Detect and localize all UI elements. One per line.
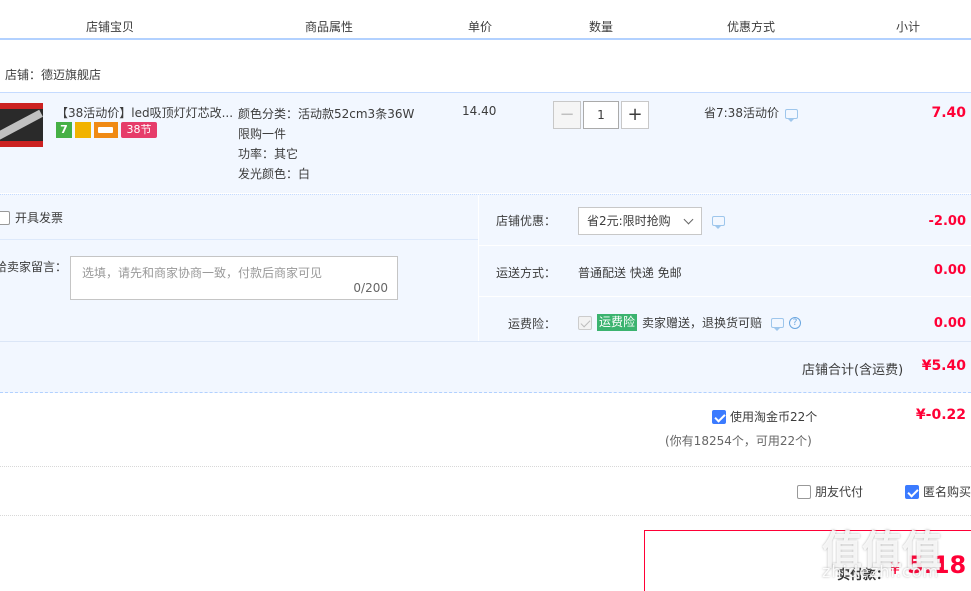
order-options: 开具发票 给卖家留言： 选填，请先和商家协商一致，付款后商家可见 0/200 店… — [0, 194, 971, 342]
shipping-insurance: 运费险 卖家赠送，退换货可赔 ? — [578, 314, 802, 331]
header-shop-item: 店铺宝贝 — [86, 20, 135, 34]
insurance-checkbox — [578, 315, 592, 330]
coins-checkbox[interactable] — [712, 409, 726, 424]
order-options-left: 开具发票 给卖家留言： 选填，请先和商家协商一致，付款后商家可见 0/200 — [0, 195, 478, 342]
friend-pay-label: 朋友代付 — [815, 485, 864, 499]
message-label: 给卖家留言： — [0, 260, 68, 274]
quantity-stepper: − 1 + — [553, 101, 649, 129]
shop-discount-amount: -2.00 — [928, 214, 966, 229]
friend-pay-checkbox[interactable] — [797, 484, 811, 499]
header-price: 单价 — [468, 20, 493, 34]
invoice-checkbox[interactable] — [0, 210, 10, 225]
shop-name[interactable]: 店铺：德迈旗舰店 — [5, 66, 101, 83]
item-discount: 省7:38活动价 — [704, 104, 798, 122]
chat-icon[interactable] — [712, 216, 725, 229]
invoice-label: 开具发票 — [15, 211, 64, 225]
header-discount: 优惠方式 — [727, 20, 776, 34]
item-discount-text: 省7:38活动价 — [704, 106, 779, 120]
insurance-badge: 运费险 — [597, 314, 638, 331]
help-icon[interactable]: ? — [789, 316, 802, 329]
shipping-amount: 0.00 — [933, 263, 966, 278]
chevron-down-icon — [683, 214, 694, 225]
payment-summary: 实付款： ¥ 5.18 — [644, 530, 971, 591]
festival-38-icon: 38节 — [121, 122, 157, 138]
quantity-input[interactable]: 1 — [583, 101, 619, 129]
pay-amount: 5.18 — [907, 551, 967, 579]
shop-total-label: 店铺合计(含运费) — [802, 363, 904, 378]
service-icons: 7 38节 — [56, 122, 157, 138]
invoice-option[interactable]: 开具发票 — [0, 209, 63, 226]
pay-label: 实付款： — [837, 568, 890, 583]
attr-light-color: 发光颜色：白 — [238, 167, 311, 181]
header-attrs: 商品属性 — [305, 20, 354, 34]
use-coins-option[interactable]: 使用淘金币22个 — [712, 408, 817, 425]
quantity-plus-button[interactable]: + — [621, 101, 649, 129]
chat-icon[interactable] — [771, 317, 785, 331]
message-char-count: 0/200 — [353, 281, 388, 295]
shop-total-value: ¥5.40 — [921, 358, 966, 374]
cart-header: 店铺宝贝 商品属性 单价 数量 优惠方式 小计 — [0, 0, 971, 40]
friend-pay-option[interactable]: 朋友代付 — [797, 483, 863, 500]
attr-color: 颜色分类：活动款52cm3条36W — [238, 107, 415, 121]
message-placeholder: 选填，请先和商家协商一致，付款后商家可见 — [82, 266, 323, 280]
seven-day-return-icon: 7 — [56, 122, 72, 138]
attr-limit: 限购一件 — [238, 127, 287, 141]
product-attributes: 颜色分类：活动款52cm3条36W 限购一件 功率：其它 发光颜色：白 — [238, 104, 414, 184]
insurance-amount: 0.00 — [933, 316, 966, 331]
shop-discount-value: 省2元:限时抢购 — [587, 214, 671, 228]
guarantee-icon — [75, 122, 91, 138]
coins-label: 使用淘金币22个 — [730, 410, 818, 424]
product-thumbnail[interactable] — [0, 103, 43, 147]
shipping-label: 运送方式： — [495, 266, 556, 280]
chat-icon[interactable] — [784, 108, 798, 122]
quantity-minus-button[interactable]: − — [553, 101, 581, 129]
anonymous-purchase-option[interactable]: 匿名购买 — [905, 483, 971, 500]
shop-discount-label: 店铺优惠： — [495, 214, 556, 228]
coins-note: (你有18254个，可用22个) — [665, 434, 812, 448]
item-subtotal: 7.40 — [931, 105, 966, 121]
seller-message-input[interactable]: 选填，请先和商家协商一致，付款后商家可见 0/200 — [70, 256, 398, 300]
cart-item-row: 【38活动价】led吸顶灯灯芯改... 7 38节 颜色分类：活动款52cm3条… — [0, 92, 971, 193]
credit-card-icon — [94, 122, 118, 138]
coins-amount: ¥-0.22 — [915, 407, 966, 423]
anonymous-label: 匿名购买 — [923, 485, 971, 499]
pay-currency: ¥ — [890, 559, 901, 578]
insurance-text: 卖家赠送，退换货可赔 — [642, 316, 763, 330]
header-qty: 数量 — [589, 20, 614, 34]
product-title[interactable]: 【38活动价】led吸顶灯灯芯改... — [56, 104, 233, 121]
shop-discount-select[interactable]: 省2元:限时抢购 — [578, 207, 702, 235]
anonymous-checkbox[interactable] — [905, 484, 919, 499]
shipping-method: 普通配送 快递 免邮 — [578, 266, 682, 280]
header-subtotal: 小计 — [896, 20, 921, 34]
shop-total-row: 店铺合计(含运费) ¥5.40 — [0, 341, 971, 393]
insurance-label: 运费险： — [507, 317, 556, 331]
attr-power: 功率：其它 — [238, 147, 299, 161]
unit-price: 14.40 — [462, 104, 497, 118]
